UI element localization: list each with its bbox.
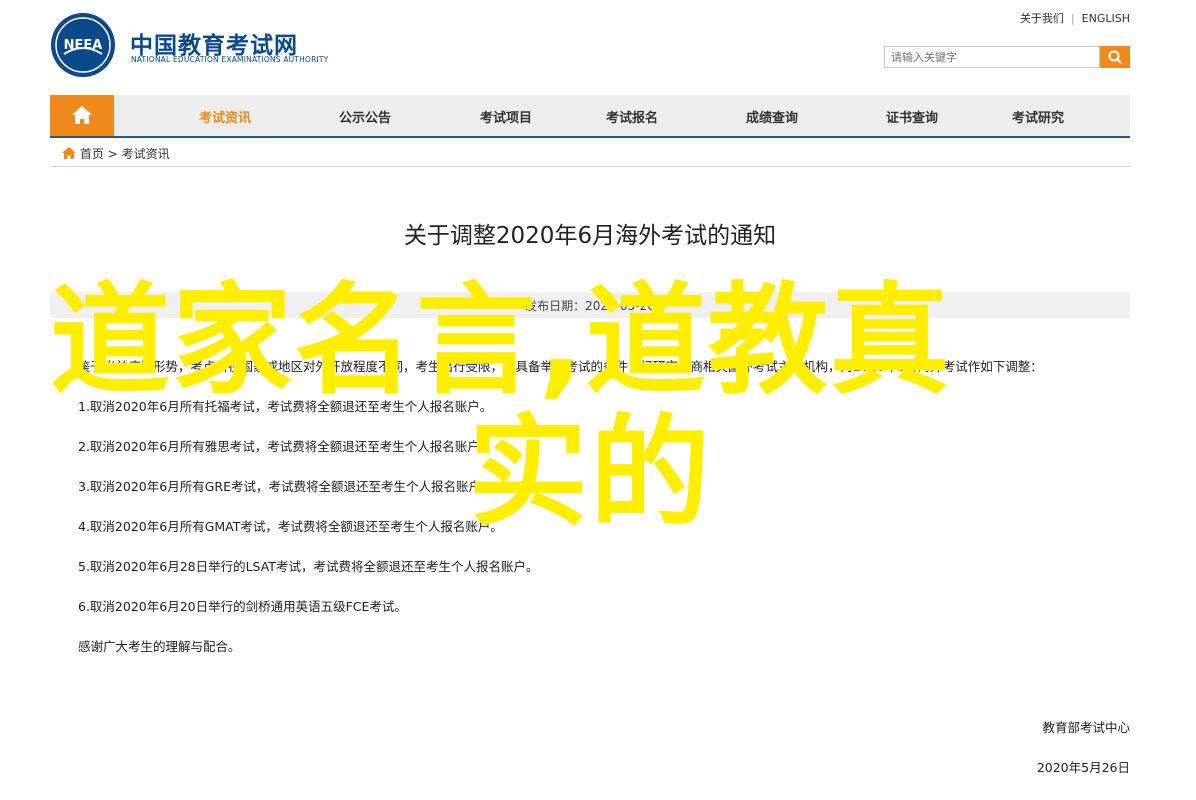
main-nav: 考试资讯 公示公告 考试项目 考试报名 成绩查询 证书查询 考试研究 (50, 95, 1130, 138)
site-header: NEEA 中国教育考试网 NATIONAL EDUCATION EXAMINAT… (50, 0, 1130, 90)
nav-item-certificate-query[interactable]: 证书查询 (886, 107, 938, 126)
top-links: 关于我们 | ENGLISH (1020, 10, 1130, 26)
divider (50, 166, 1130, 167)
neea-logo-icon[interactable]: NEEA (50, 12, 116, 78)
article-item: 2.取消2020年6月所有雅思考试，考试费将全额退还至考生个人报名账户。 (78, 439, 493, 454)
divider: | (1070, 12, 1075, 25)
article-closing: 感谢广大考生的理解与配合。 (78, 639, 241, 654)
nav-item-exam-projects[interactable]: 考试项目 (480, 107, 532, 126)
search-icon (1108, 50, 1122, 64)
home-icon (72, 106, 92, 124)
search-box (884, 46, 1130, 68)
nav-item-registration[interactable]: 考试报名 (606, 107, 658, 126)
overlay-text-line-1: 道家名言,道教真 (50, 272, 952, 411)
nav-item-exam-news[interactable]: 考试资讯 (199, 107, 251, 126)
logo-text: NEEA (64, 38, 103, 53)
overlay-text-line-2: 实的 (468, 404, 712, 543)
article-signature: 教育部考试中心 (1042, 720, 1130, 735)
breadcrumb-home[interactable]: 首页 (80, 147, 104, 161)
breadcrumb: 首页 > 考试资讯 (62, 145, 170, 162)
article-item: 3.取消2020年6月所有GRE考试，考试费将全额退还至考生个人报名账户。 (78, 479, 494, 494)
breadcrumb-current[interactable]: 考试资讯 (122, 147, 170, 161)
article-item: 4.取消2020年6月所有GMAT考试，考试费将全额退还至考生个人报名账户。 (78, 519, 503, 534)
page: NEEA 中国教育考试网 NATIONAL EDUCATION EXAMINAT… (50, 0, 1130, 775)
home-icon (62, 147, 76, 159)
article-item: 6.取消2020年6月20日举行的剑桥通用英语五级FCE考试。 (78, 599, 407, 614)
home-button[interactable] (50, 95, 114, 136)
about-link[interactable]: 关于我们 (1020, 12, 1064, 25)
article-title: 关于调整2020年6月海外考试的通知 (403, 223, 777, 249)
nav-item-exam-research[interactable]: 考试研究 (1012, 107, 1064, 126)
nav-item-score-query[interactable]: 成绩查询 (746, 107, 798, 126)
search-button[interactable] (1100, 46, 1130, 68)
english-link[interactable]: ENGLISH (1082, 12, 1130, 25)
article-date: 2020年5月26日 (1036, 760, 1130, 775)
article-item: 5.取消2020年6月28日举行的LSAT考试，考试费将全额退还至考生个人报名账… (78, 559, 539, 574)
search-input[interactable] (884, 46, 1100, 68)
nav-item-announcements[interactable]: 公示公告 (339, 107, 391, 126)
brand-subtitle: NATIONAL EDUCATION EXAMINATIONS AUTHORIT… (131, 55, 329, 64)
breadcrumb-separator: > (107, 147, 118, 161)
